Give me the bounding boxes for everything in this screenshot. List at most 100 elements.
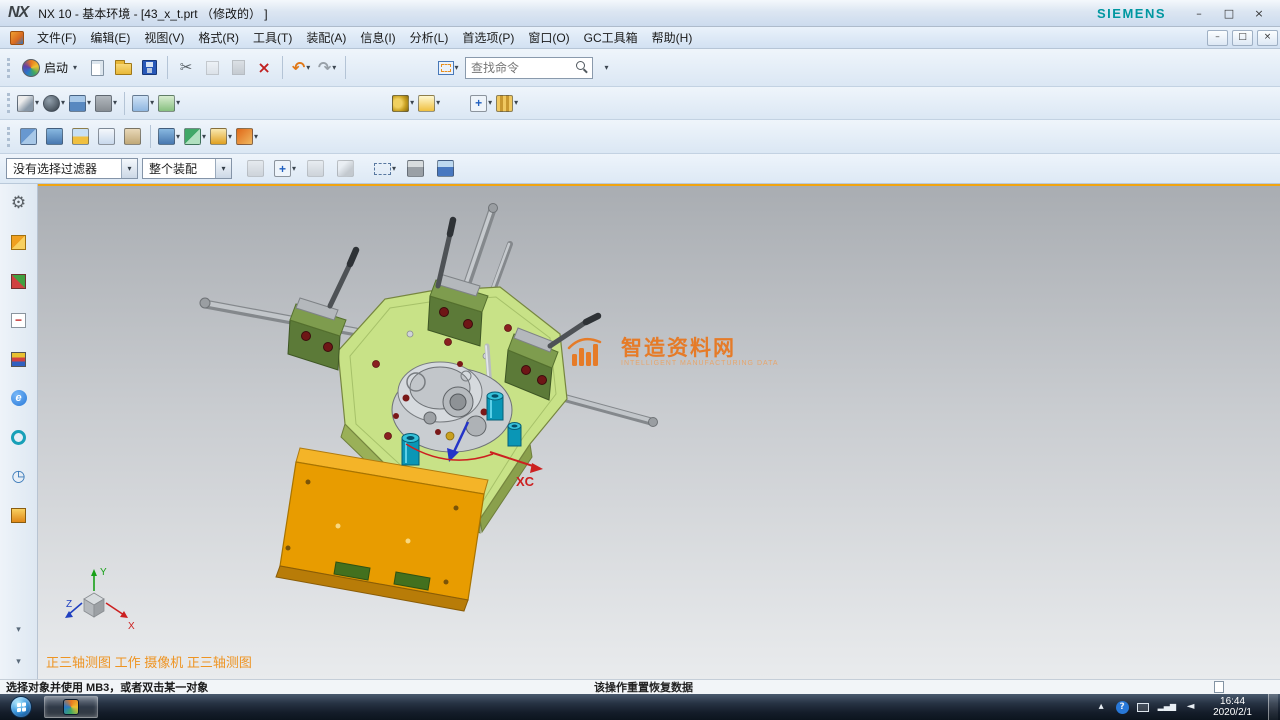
menu-edit[interactable]: 编辑(E) bbox=[83, 27, 137, 48]
assembly-constraints-button[interactable]: ▾ bbox=[208, 124, 234, 149]
doc-restore-button[interactable]: □ bbox=[1232, 30, 1253, 46]
graphics-window[interactable]: XC 智造资料网 INTELLIGENT MANUFACTURING DATA bbox=[38, 184, 1280, 679]
command-search-input[interactable] bbox=[471, 61, 576, 75]
caret-down-icon: ▾ bbox=[150, 99, 154, 107]
move-component-button[interactable]: ▾ bbox=[182, 124, 208, 149]
hidden-icons-button[interactable]: ▴ bbox=[1095, 700, 1108, 714]
background-color-button[interactable]: ▾ bbox=[93, 91, 119, 116]
doc-minimize-button[interactable]: – bbox=[1207, 30, 1228, 46]
delete-button[interactable]: × bbox=[251, 54, 277, 82]
highlight-selection-button[interactable]: +▾ bbox=[272, 155, 298, 183]
view-cube-button[interactable]: ▾ bbox=[67, 91, 93, 116]
search-options-button[interactable]: ▾ bbox=[593, 54, 619, 82]
blue-cube-icon bbox=[437, 160, 454, 177]
monitor-tray-icon[interactable] bbox=[1137, 700, 1150, 714]
start-menu-button[interactable]: 启动 ▾ bbox=[15, 54, 84, 82]
exploded-view-button[interactable]: ▾ bbox=[234, 124, 260, 149]
menu-window[interactable]: 窗口(O) bbox=[521, 27, 576, 48]
layer-settings-button[interactable]: ▾ bbox=[156, 91, 182, 116]
3d-model-canvas[interactable]: XC bbox=[38, 186, 1280, 679]
previous-selection-button[interactable] bbox=[332, 155, 358, 183]
view-cube-icon bbox=[69, 95, 86, 112]
volume-icon[interactable]: ◄ bbox=[1184, 700, 1197, 714]
general-object-button[interactable] bbox=[402, 155, 428, 183]
part-navigator-button[interactable] bbox=[8, 348, 30, 370]
menu-assemblies[interactable]: 装配(A) bbox=[299, 27, 353, 48]
view-status-label: 正三轴测图 工作 摄像机 正三轴测图 bbox=[46, 652, 252, 671]
menu-gc-toolbox[interactable]: GC工具箱 bbox=[577, 27, 645, 48]
network-icon[interactable]: ▂▄▆ bbox=[1158, 700, 1176, 714]
scroll-up-button[interactable]: ▾ bbox=[8, 619, 30, 641]
cut-button[interactable]: ✂ bbox=[173, 54, 199, 82]
snap-point-button[interactable]: +▾ bbox=[468, 91, 494, 116]
find-component-button[interactable] bbox=[15, 124, 41, 149]
redo-icon: ↷ bbox=[318, 60, 331, 76]
search-icon[interactable] bbox=[576, 61, 589, 74]
solid-body-button[interactable] bbox=[432, 155, 458, 183]
orient-view-button[interactable]: ▾ bbox=[15, 91, 41, 116]
new-file-button[interactable] bbox=[84, 54, 110, 82]
status-page-icon[interactable] bbox=[1214, 681, 1224, 693]
save-button[interactable] bbox=[136, 54, 162, 82]
assembly-navigator-button[interactable] bbox=[8, 270, 30, 292]
statusbar: 选择对象并使用 MB3，或者双击某一对象 该操作重置恢复数据 bbox=[0, 679, 1280, 694]
paste-button[interactable] bbox=[225, 54, 251, 82]
history-button[interactable]: ◷ bbox=[8, 465, 30, 487]
caret-down-icon[interactable]: ▾ bbox=[121, 159, 137, 178]
selection-filter-select[interactable]: 没有选择过滤器 ▾ bbox=[6, 158, 138, 179]
help-button[interactable] bbox=[8, 426, 30, 448]
show-desktop-button[interactable] bbox=[1268, 694, 1278, 720]
toolbar-grip[interactable] bbox=[7, 93, 10, 113]
nx-taskbar-button[interactable] bbox=[44, 696, 98, 718]
menu-view[interactable]: 视图(V) bbox=[137, 27, 191, 48]
scroll-down-button[interactable]: ▾ bbox=[8, 651, 30, 673]
resource-settings-button[interactable]: ⚙ bbox=[8, 192, 30, 214]
start-orb-button[interactable] bbox=[10, 696, 32, 718]
menu-analysis[interactable]: 分析(L) bbox=[403, 27, 456, 48]
redo-button[interactable]: ↷▾ bbox=[314, 54, 340, 82]
lighting-button[interactable]: ▾ bbox=[416, 91, 442, 116]
session-library-button[interactable] bbox=[119, 124, 145, 149]
maximize-button[interactable]: □ bbox=[1216, 4, 1242, 22]
doc-close-button[interactable]: × bbox=[1257, 30, 1278, 46]
menubar: 文件(F) 编辑(E) 视图(V) 格式(R) 工具(T) 装配(A) 信息(I… bbox=[0, 27, 1280, 49]
menu-preferences[interactable]: 首选项(P) bbox=[455, 27, 521, 48]
rectangle-select-button[interactable]: ▾ bbox=[372, 155, 398, 183]
select-all-button[interactable] bbox=[242, 155, 268, 183]
undo-button[interactable]: ↶▾ bbox=[288, 54, 314, 82]
show-hide-button[interactable]: ▾ bbox=[130, 91, 156, 116]
visualization-button[interactable]: ▾ bbox=[390, 91, 416, 116]
touch-mode-button[interactable]: ▾ bbox=[435, 54, 461, 82]
menu-help[interactable]: 帮助(H) bbox=[645, 27, 700, 48]
show-product-outline-button[interactable] bbox=[93, 124, 119, 149]
open-component-button[interactable] bbox=[67, 124, 93, 149]
materials-button[interactable] bbox=[8, 504, 30, 526]
menu-tools[interactable]: 工具(T) bbox=[246, 27, 299, 48]
constraint-navigator-button[interactable]: − bbox=[8, 309, 30, 331]
menu-format[interactable]: 格式(R) bbox=[191, 27, 246, 48]
render-style-button[interactable]: ▾ bbox=[41, 91, 67, 116]
caret-down-icon: ▾ bbox=[455, 64, 459, 72]
marquee-icon bbox=[374, 163, 391, 175]
help-tray-icon[interactable]: ? bbox=[1116, 701, 1129, 714]
orientation-triad[interactable]: Y X Z bbox=[64, 563, 142, 631]
gear-icon: ⚙ bbox=[11, 195, 26, 212]
open-file-button[interactable] bbox=[110, 54, 136, 82]
copy-button[interactable] bbox=[199, 54, 225, 82]
selection-scope-select[interactable]: 整个装配 ▾ bbox=[142, 158, 232, 179]
caret-down-icon: ▾ bbox=[436, 99, 440, 107]
add-component-button[interactable]: ▾ bbox=[156, 124, 182, 149]
caret-down-icon[interactable]: ▾ bbox=[215, 159, 231, 178]
close-button[interactable]: × bbox=[1246, 4, 1272, 22]
measure-button[interactable]: ▾ bbox=[494, 91, 520, 116]
component-group-button[interactable] bbox=[41, 124, 67, 149]
internet-explorer-button[interactable]: e bbox=[8, 387, 30, 409]
deselect-all-button[interactable] bbox=[302, 155, 328, 183]
toolbar-grip[interactable] bbox=[7, 127, 10, 147]
roles-button[interactable] bbox=[8, 231, 30, 253]
toolbar-grip[interactable] bbox=[7, 58, 10, 78]
menu-information[interactable]: 信息(I) bbox=[353, 27, 402, 48]
minimize-button[interactable]: – bbox=[1186, 4, 1212, 22]
menu-file[interactable]: 文件(F) bbox=[30, 27, 83, 48]
taskbar-clock[interactable]: 16:44 2020/2/1 bbox=[1205, 696, 1260, 718]
